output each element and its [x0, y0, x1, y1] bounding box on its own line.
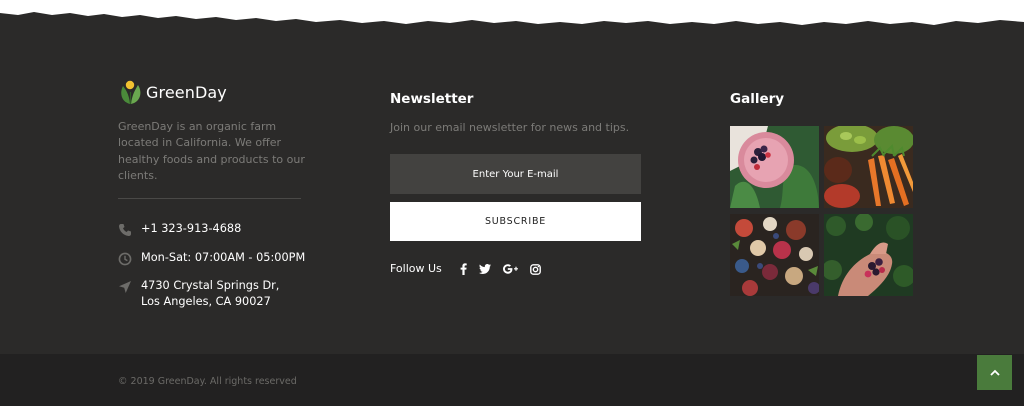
gallery-image-vegetable-bowls[interactable]	[824, 126, 913, 208]
newsletter-description: Join our email newsletter for news and t…	[390, 121, 630, 134]
phone-icon	[119, 224, 131, 236]
gallery-title: Gallery	[730, 91, 785, 107]
brand[interactable]: GreenDay	[118, 78, 227, 106]
instagram-icon[interactable]	[527, 261, 543, 277]
gallery-image-berries-in-hand[interactable]	[824, 214, 913, 296]
chevron-up-icon	[989, 369, 1000, 376]
follow-us-label: Follow Us	[390, 262, 442, 275]
gallery-image-fruit-mix[interactable]	[730, 214, 819, 296]
location-arrow-icon	[119, 281, 131, 293]
contact-address: 4730 Crystal Springs Dr, Los Angeles, CA…	[118, 278, 279, 310]
divider	[118, 198, 301, 199]
phone-number: +1 323-913-4688	[141, 222, 242, 235]
newsletter-title: Newsletter	[390, 91, 474, 107]
facebook-icon[interactable]	[455, 261, 471, 277]
address-line-1: 4730 Crystal Springs Dr,	[141, 279, 280, 292]
back-to-top-button[interactable]	[977, 355, 1012, 390]
gallery-image-berry-smoothie[interactable]	[730, 126, 819, 208]
opening-hours: Mon-Sat: 07:00AM - 05:00PM	[141, 251, 306, 264]
twitter-icon[interactable]	[477, 261, 493, 277]
subscribe-button[interactable]: SUBSCRIBE	[390, 202, 641, 241]
email-input[interactable]	[390, 154, 641, 194]
google-plus-icon[interactable]	[502, 261, 518, 277]
clock-icon	[118, 252, 132, 266]
contact-phone[interactable]: +1 323-913-4688	[118, 221, 241, 237]
copyright-text: © 2019 GreenDay. All rights reserved	[118, 376, 297, 387]
leaf-logo-icon	[121, 80, 141, 104]
brand-name: GreenDay	[146, 82, 227, 102]
about-text: GreenDay is an organic farm located in C…	[118, 120, 305, 182]
contact-hours: Mon-Sat: 07:00AM - 05:00PM	[118, 250, 305, 266]
address-line-2: Los Angeles, CA 90027	[141, 295, 271, 308]
